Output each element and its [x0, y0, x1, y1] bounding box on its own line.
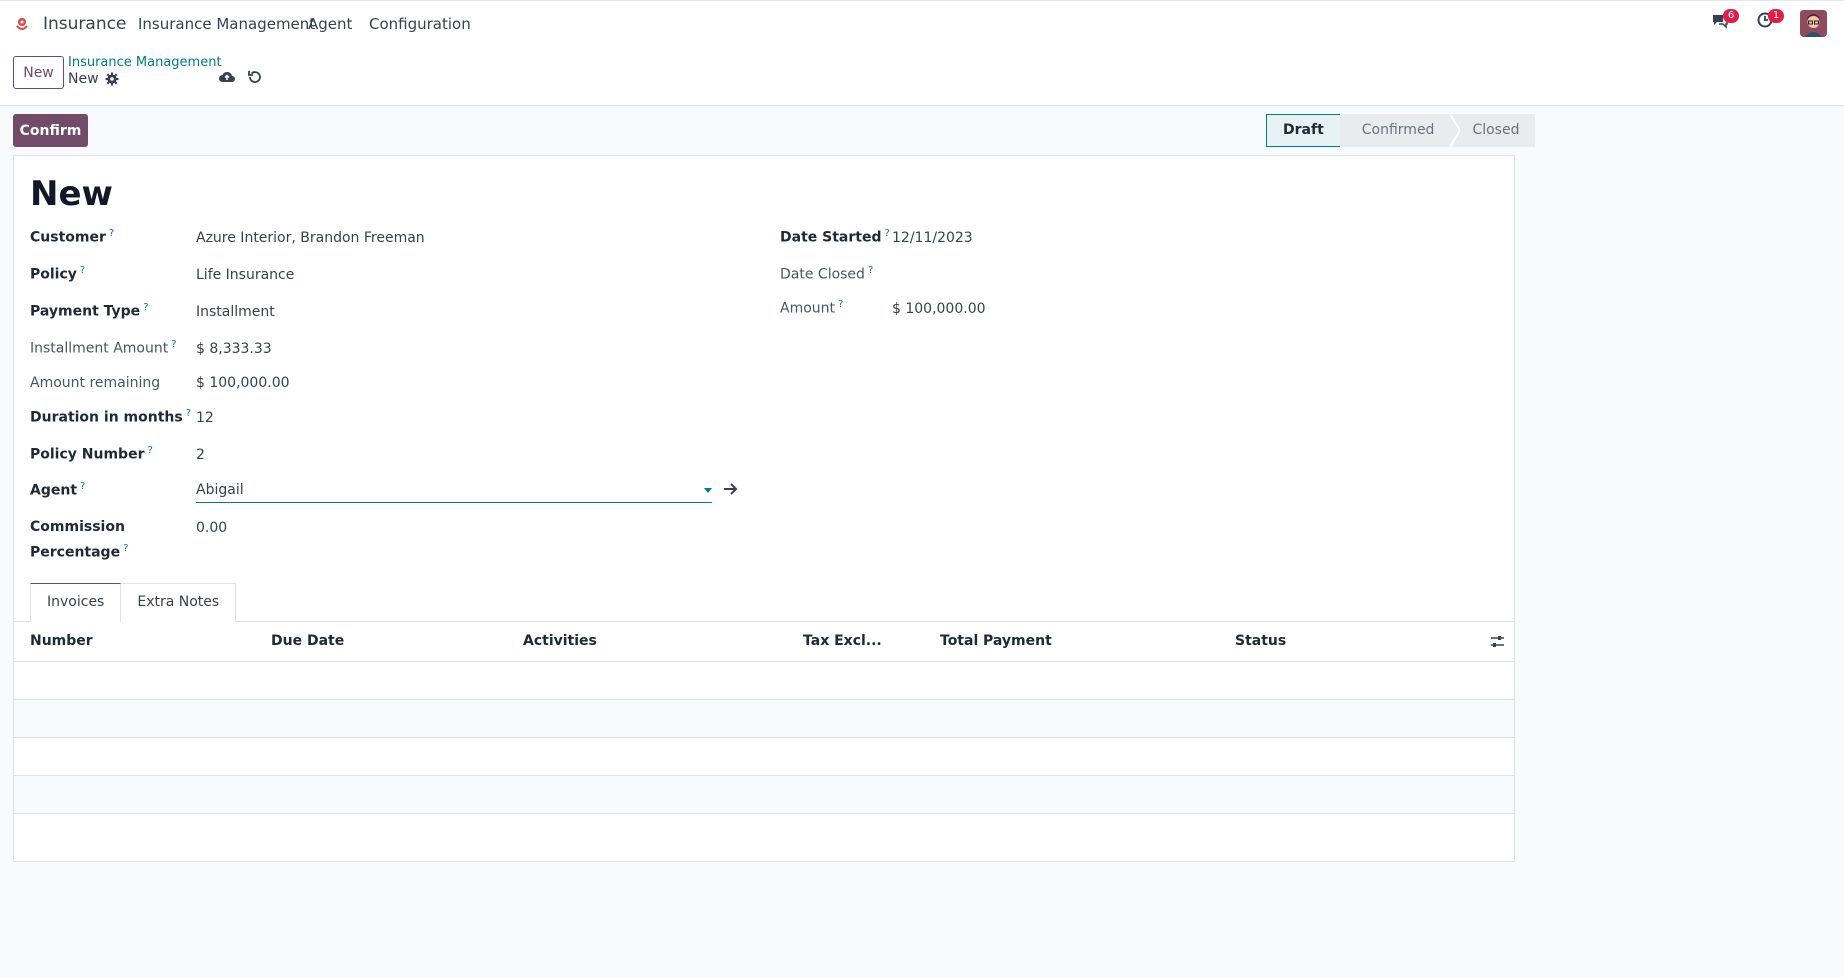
confirm-button[interactable]: Confirm: [13, 114, 88, 147]
arrow-right-icon[interactable]: [723, 482, 739, 496]
agent-input-value: Abigail: [196, 482, 244, 498]
help-icon[interactable]: ?: [171, 339, 176, 350]
column-tax-excluded[interactable]: Tax Excl...: [803, 633, 882, 649]
policy-field[interactable]: Life Insurance: [196, 267, 294, 283]
policy-number-field[interactable]: 2: [196, 447, 205, 463]
notebook-tabs: Invoices Extra Notes: [30, 583, 237, 622]
column-total[interactable]: Total: [940, 633, 978, 649]
policy-label: Policy?: [30, 265, 86, 283]
user-avatar[interactable]: [1800, 10, 1827, 37]
installment-amount-value: $ 8,333.33: [196, 341, 272, 357]
duration-label: Duration in months?: [30, 408, 192, 426]
app-logo-icon: [16, 18, 28, 30]
column-activities[interactable]: Activities: [523, 633, 597, 649]
menu-insurance-management[interactable]: Insurance Management: [138, 15, 315, 33]
gear-icon[interactable]: [105, 72, 119, 86]
table-row: [14, 662, 1514, 700]
table-row: [14, 700, 1514, 738]
column-number[interactable]: Number: [30, 633, 93, 649]
help-icon[interactable]: ?: [143, 302, 148, 313]
column-status[interactable]: Status: [1235, 633, 1286, 649]
breadcrumb-current: New: [68, 71, 99, 87]
date-started-field[interactable]: 12/11/2023: [892, 230, 973, 246]
installment-amount-label: Installment Amount?: [30, 339, 177, 357]
app-name[interactable]: Insurance: [43, 14, 126, 34]
amount-remaining-label: Amount remaining: [30, 375, 161, 391]
column-payment[interactable]: Payment: [983, 633, 1052, 649]
amount-remaining-value: $ 100,000.00: [196, 375, 290, 391]
new-button[interactable]: New: [13, 56, 64, 89]
duration-field[interactable]: 12: [196, 410, 214, 426]
help-icon[interactable]: ?: [884, 228, 889, 239]
tab-invoices[interactable]: Invoices: [30, 583, 122, 622]
help-icon[interactable]: ?: [109, 228, 114, 239]
user-avatar-icon: [1800, 10, 1827, 37]
agent-label: Agent?: [30, 481, 86, 499]
help-icon[interactable]: ?: [147, 445, 152, 456]
customer-field[interactable]: Azure Interior, Brandon Freeman: [196, 230, 425, 246]
help-icon[interactable]: ?: [186, 408, 191, 419]
commission-percentage-field[interactable]: 0.00: [196, 520, 227, 536]
table-row: [14, 738, 1514, 776]
status-bar: Draft Confirmed Closed: [1266, 114, 1536, 147]
help-icon[interactable]: ?: [80, 265, 85, 276]
payment-type-field[interactable]: Installment: [196, 304, 275, 320]
stage-draft[interactable]: Draft: [1266, 114, 1340, 147]
activities-button[interactable]: 1: [1756, 9, 1784, 33]
stage-separator-icon: [1450, 114, 1461, 147]
agent-input[interactable]: Abigail: [196, 478, 712, 503]
form-sheet: New Customer? Azure Interior, Brandon Fr…: [13, 155, 1515, 862]
activities-count-badge: 1: [1768, 9, 1784, 23]
amount-label: Amount?: [780, 299, 844, 317]
invoices-table-header: Number Due Date Activities Tax Excl... T…: [14, 622, 1514, 662]
menu-configuration[interactable]: Configuration: [369, 15, 471, 33]
help-icon[interactable]: ?: [868, 265, 873, 276]
amount-value: $ 100,000.00: [892, 301, 986, 317]
customer-label: Customer?: [30, 228, 115, 246]
stage-closed[interactable]: Closed: [1460, 114, 1536, 147]
menu-agent[interactable]: Agent: [308, 15, 352, 33]
messages-button[interactable]: 6: [1711, 9, 1739, 33]
save-cloud-icon[interactable]: [218, 68, 236, 86]
help-icon[interactable]: ?: [80, 481, 85, 492]
discard-icon[interactable]: [246, 68, 264, 86]
table-row: [14, 776, 1514, 814]
optional-columns-icon[interactable]: [1490, 634, 1505, 649]
messages-count-badge: 6: [1723, 9, 1739, 23]
policy-number-label: Policy Number?: [30, 445, 153, 463]
tab-extra-notes[interactable]: Extra Notes: [121, 583, 237, 622]
commission-percentage-label: Commission Percentage?: [30, 519, 129, 561]
column-due-date[interactable]: Due Date: [271, 633, 344, 649]
date-closed-label: Date Closed?: [780, 265, 874, 283]
record-title: New: [30, 174, 113, 214]
date-started-label: Date Started?: [780, 228, 890, 246]
stage-confirmed[interactable]: Confirmed: [1339, 114, 1451, 147]
help-icon[interactable]: ?: [123, 543, 128, 554]
payment-type-label: Payment Type?: [30, 302, 149, 320]
breadcrumb-parent[interactable]: Insurance Management: [68, 55, 222, 70]
chevron-down-icon[interactable]: [704, 488, 712, 493]
top-navbar: Insurance Insurance Management Agent Con…: [0, 0, 1844, 48]
help-icon[interactable]: ?: [838, 299, 843, 310]
control-panel: New Insurance Management New: [0, 48, 1844, 106]
